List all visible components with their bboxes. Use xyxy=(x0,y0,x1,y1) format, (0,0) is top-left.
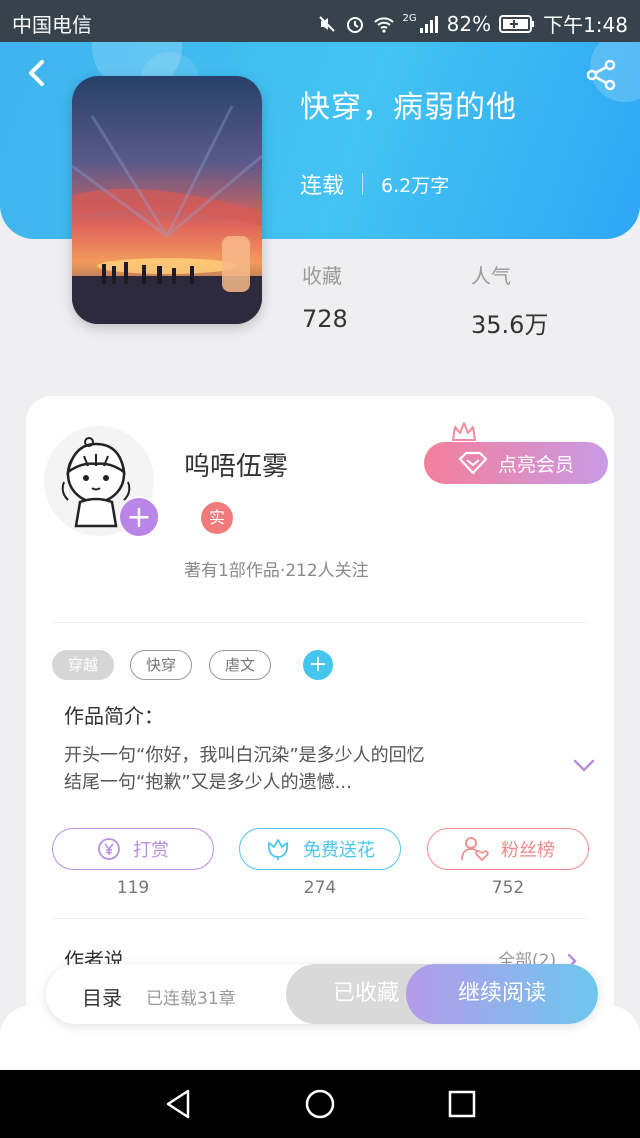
author-name: 呜唔伍雾 xyxy=(184,452,289,482)
share-button[interactable] xyxy=(584,58,618,92)
popularity-stat: 人气 35.6万 xyxy=(471,260,548,340)
status-bar: 中国电信 2G 82% 下午1:48 xyxy=(0,0,640,42)
status-icons: 2G 82% 下午1:48 xyxy=(317,9,628,38)
book-cover[interactable] xyxy=(72,76,262,324)
battery-icon xyxy=(499,14,535,33)
fan-ranking-button[interactable]: 粉丝榜 xyxy=(427,828,589,870)
book-title: 快穿，病弱的他 xyxy=(300,90,517,125)
send-flower-button[interactable]: 免费送花 xyxy=(239,828,401,870)
verified-badge: 实 xyxy=(201,502,233,534)
tip-label: 打赏 xyxy=(133,840,169,861)
bottom-action-bar: 目录 已连载31章 已收藏 继续阅读 xyxy=(46,964,598,1024)
back-button[interactable] xyxy=(22,58,52,88)
back-triangle-icon[interactable] xyxy=(164,1088,194,1120)
favorites-stat: 收藏 728 xyxy=(302,260,348,333)
system-nav-bar xyxy=(0,1070,640,1138)
add-tag-button[interactable]: + xyxy=(303,650,333,680)
send-flower-label: 免费送花 xyxy=(303,840,375,861)
fan-heart-icon xyxy=(461,837,489,862)
flower-icon xyxy=(267,839,289,860)
intro-line: 开头一句“你好，我叫白沉染”是多少人的回忆 xyxy=(64,745,425,766)
tag-chuanyue[interactable]: 穿越 xyxy=(52,650,114,680)
favorites-value: 728 xyxy=(302,305,348,333)
serial-status: 连载 xyxy=(300,174,345,199)
signal-icon xyxy=(419,15,438,33)
cover-image xyxy=(72,76,262,324)
home-circle-icon[interactable] xyxy=(304,1088,336,1120)
toc-button[interactable]: 目录 xyxy=(82,982,122,1011)
tip-count: 119 xyxy=(116,878,150,898)
flower-count: 274 xyxy=(303,878,337,898)
intro-line: 结尾一句“抱歉”又是多少人的遗憾... xyxy=(64,772,352,793)
alarm-icon xyxy=(346,16,363,33)
continue-reading-button[interactable]: 继续阅读 xyxy=(406,964,598,1024)
chapter-count: 已连载31章 xyxy=(146,989,236,1009)
network-type-label: 2G xyxy=(402,13,417,24)
divider xyxy=(54,622,590,623)
vip-button-label: 点亮会员 xyxy=(497,453,574,476)
vip-button[interactable]: 点亮会员 xyxy=(424,442,608,484)
follow-author-button[interactable]: + xyxy=(118,496,160,538)
carrier-label: 中国电信 xyxy=(12,13,92,37)
author-meta: 著有1部作品·212人关注 xyxy=(184,561,369,581)
fan-count: 752 xyxy=(491,878,525,898)
intro-title: 作品简介： xyxy=(64,704,164,728)
wifi-icon xyxy=(373,16,394,33)
chevron-down-icon[interactable] xyxy=(572,758,596,774)
diamond-icon xyxy=(458,451,488,475)
word-count: 6.2万字 xyxy=(381,174,450,197)
battery-percent: 82% xyxy=(446,11,492,36)
favorites-label: 收藏 xyxy=(302,264,342,288)
tag-nuewen[interactable]: 虐文 xyxy=(209,650,271,680)
fan-ranking-label: 粉丝榜 xyxy=(501,840,555,861)
popularity-value: 35.6万 xyxy=(471,311,549,339)
tag-kuaichuan[interactable]: 快穿 xyxy=(130,650,192,680)
meta-divider xyxy=(362,173,364,195)
divider xyxy=(54,918,590,919)
popularity-label: 人气 xyxy=(471,264,511,288)
intro-text: 开头一句“你好，我叫白沉染”是多少人的回忆 结尾一句“抱歉”又是多少人的遗憾..… xyxy=(64,742,544,796)
crown-icon xyxy=(452,422,476,441)
tip-button[interactable]: 打赏 xyxy=(52,828,214,870)
book-meta: 连载 6.2万字 xyxy=(300,168,449,200)
clock: 下午1:48 xyxy=(543,13,628,37)
mute-icon xyxy=(318,15,335,32)
recents-square-icon[interactable] xyxy=(448,1088,476,1120)
yen-icon xyxy=(98,838,120,860)
